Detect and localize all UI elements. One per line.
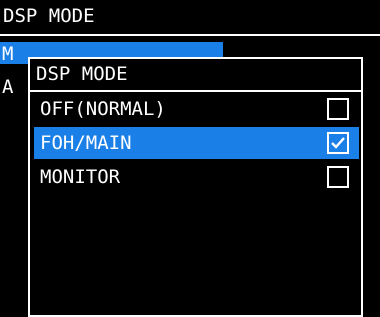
option-off-normal-checkbox[interactable] (327, 98, 349, 120)
option-label: FOH/MAIN (40, 132, 132, 154)
title-divider (0, 34, 380, 36)
option-label: MONITOR (40, 166, 121, 188)
dialog-title: DSP MODE (36, 63, 128, 85)
background-menu-item-2[interactable]: A (2, 76, 13, 98)
option-off-normal[interactable]: OFF(NORMAL) (34, 93, 359, 125)
screen-title: DSP MODE (3, 5, 95, 27)
background-menu-item-1[interactable]: M (2, 43, 13, 65)
option-foh-main[interactable]: FOH/MAIN (34, 127, 359, 159)
checkmark-icon (331, 137, 345, 149)
dialog-title-divider (30, 90, 361, 92)
option-monitor-checkbox[interactable] (327, 166, 349, 188)
dsp-mode-dialog: DSP MODE OFF(NORMAL) FOH/MAIN MONITOR (28, 57, 363, 317)
option-label: OFF(NORMAL) (40, 98, 166, 120)
option-foh-main-checkbox[interactable] (327, 132, 349, 154)
option-monitor[interactable]: MONITOR (34, 161, 359, 193)
